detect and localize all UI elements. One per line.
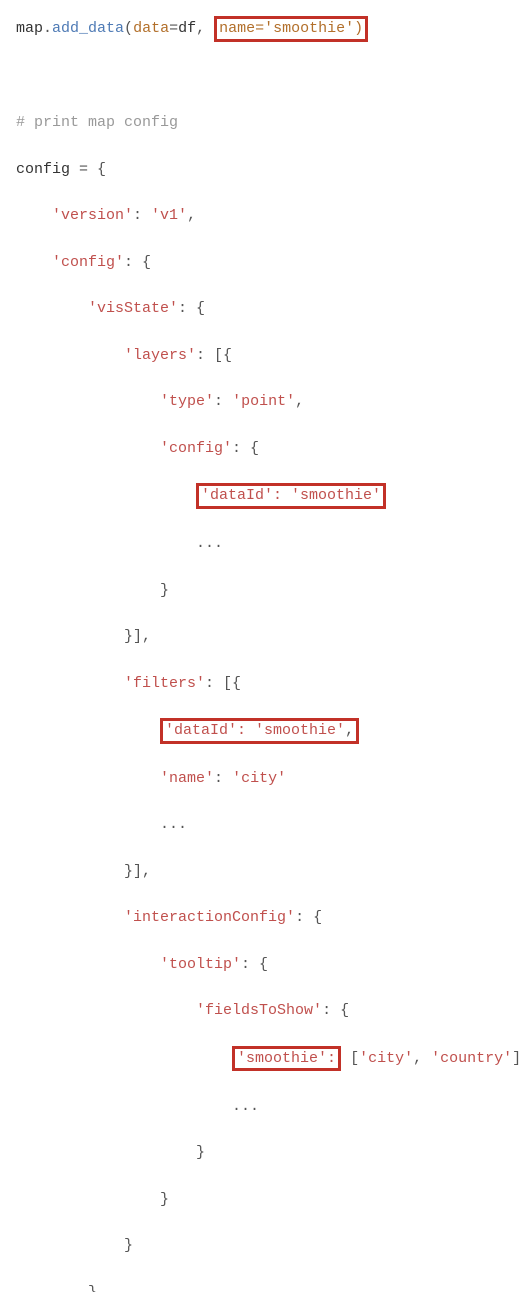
code-block: map.add_data(data=df, name='smoothie') #… [16,16,513,1292]
token-dot: . [43,20,52,37]
token-key: 'fieldsToShow' [196,1002,322,1019]
code-line: 'fieldsToShow': { [16,999,513,1022]
token-value: df [178,20,196,37]
code-line: } [16,1281,513,1292]
code-line: } [16,579,513,602]
code-line: 'config': { [16,251,513,274]
highlight-box-add-data-name: name='smoothie') [214,16,368,42]
token-brace: : [{ [205,675,241,692]
token-key: 'smoothie': [237,1050,336,1067]
token-key: 'type' [160,393,214,410]
token-key: 'name' [160,770,214,787]
code-line: 'tooltip': { [16,953,513,976]
code-line: map.add_data(data=df, name='smoothie') [16,16,513,42]
token-key: 'config' [160,440,232,457]
highlight-box-layers-dataid: 'dataId': 'smoothie' [196,483,386,509]
token-comma: , [413,1050,431,1067]
token-key: 'layers' [124,347,196,364]
token-brace: }], [124,628,151,645]
code-line: 'type': 'point', [16,390,513,413]
token-str: 'smoothie' [255,722,345,739]
code-line: 'layers': [{ [16,344,513,367]
token-key: 'dataId': [201,487,291,504]
token-eq: = [169,20,178,37]
token-str: 'v1' [151,207,187,224]
token-brace: : { [178,300,205,317]
code-line: 'filters': [{ [16,672,513,695]
token-str: 'city' [232,770,286,787]
token-func: add_data [52,20,124,37]
code-line: ... [16,813,513,836]
token-comma: , [187,207,196,224]
token-colon: : [214,393,232,410]
token-punct: = { [70,161,106,178]
code-line: }], [16,860,513,883]
token-str: 'city' [359,1050,413,1067]
token-str: 'point' [232,393,295,410]
code-line: 'visState': { [16,297,513,320]
token-bracket: [ [341,1050,359,1067]
token-comma: , [196,20,214,37]
token-brace: } [196,1144,205,1161]
code-line: 'name': 'city' [16,767,513,790]
code-line [16,65,513,88]
highlight-box-tooltip-smoothie: 'smoothie': [232,1046,341,1072]
code-line: 'version': 'v1', [16,204,513,227]
token-brace: : { [232,440,259,457]
token-box-content: name='smoothie') [219,20,363,37]
token-colon: : [133,207,151,224]
token-key: 'filters' [124,675,205,692]
code-line: } [16,1141,513,1164]
token-ellipsis: ... [232,1098,259,1115]
code-line: }], [16,625,513,648]
token-key: 'config' [52,254,124,271]
code-line: 'smoothie': ['city', 'country'] [16,1046,513,1072]
code-line: ... [16,532,513,555]
code-line: ... [16,1095,513,1118]
token-paren: ( [124,20,133,37]
code-line: 'dataId': 'smoothie' [16,483,513,509]
token-key: 'version' [52,207,133,224]
token-brace: } [160,582,169,599]
token-param: data [133,20,169,37]
token-str: 'country' [431,1050,512,1067]
token-brace: : { [124,254,151,271]
token-comment: # print map config [16,114,178,131]
token-ellipsis: ... [160,816,187,833]
code-line: # print map config [16,111,513,134]
token-brace: : { [295,909,322,926]
token-key: 'tooltip' [160,956,241,973]
token-key: 'interactionConfig' [124,909,295,926]
token-key: 'visState' [88,300,178,317]
token-bracket: ] [512,1050,521,1067]
code-line: 'dataId': 'smoothie', [16,718,513,744]
token-brace: : { [322,1002,349,1019]
token-comma: , [295,393,304,410]
token-brace: : [{ [196,347,232,364]
token-brace: } [124,1237,133,1254]
token-brace: } [88,1284,97,1292]
token-ellipsis: ... [196,535,223,552]
token-object: map [16,20,43,37]
token-brace: } [160,1191,169,1208]
token-colon: : [214,770,232,787]
code-line: 'interactionConfig': { [16,906,513,929]
token-brace: : { [241,956,268,973]
token-brace: }], [124,863,151,880]
token-var: config [16,161,70,178]
token-key: 'dataId': [165,722,255,739]
code-line: 'config': { [16,437,513,460]
code-line: } [16,1234,513,1257]
token-str: 'smoothie' [291,487,381,504]
code-line: } [16,1188,513,1211]
highlight-box-filters-dataid: 'dataId': 'smoothie', [160,718,359,744]
code-line: config = { [16,158,513,181]
token-comma: , [345,722,354,739]
